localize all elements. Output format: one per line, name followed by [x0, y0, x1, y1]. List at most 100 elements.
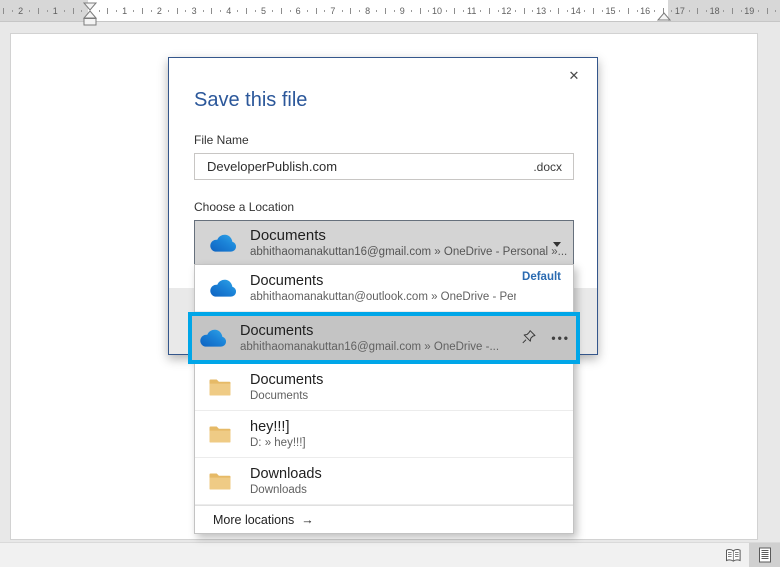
file-name-input[interactable]	[194, 153, 574, 180]
horizontal-ruler: 2 1 1 2 3 4 5 6 7 8 9 10 11 12 13 14 15 16 17 18 19	[0, 0, 780, 26]
file-name-label: File Name	[194, 133, 249, 147]
ruler-tick	[37, 8, 39, 14]
ruler-number: 13	[536, 5, 547, 16]
ruler-tick	[168, 10, 170, 12]
ruler-tick	[324, 10, 326, 12]
ruler-tick	[376, 10, 378, 12]
ruler-tick	[627, 8, 629, 14]
ruler-tick	[11, 10, 13, 12]
ruler-tick	[393, 10, 395, 12]
ruler-number: 7	[330, 5, 336, 16]
ruler-tick	[350, 8, 352, 14]
ruler-tick	[705, 10, 707, 12]
ruler-tick	[636, 10, 638, 12]
ruler-tick	[98, 10, 100, 12]
ruler-number: 14	[570, 5, 581, 16]
chevron-down-icon	[553, 242, 561, 247]
location-item-onedrive-gmail[interactable]: Documents abhithaomanakuttan16@gmail.com…	[188, 312, 580, 364]
location-item-hey[interactable]: hey!!!] D: » hey!!!]	[195, 411, 573, 458]
ruler-tick	[63, 10, 65, 12]
location-select[interactable]: Documents abhithaomanakuttan16@gmail.com…	[194, 220, 574, 266]
right-arrow-icon: →	[301, 512, 314, 527]
right-indent-marker-icon[interactable]	[657, 12, 671, 21]
ruler-tick	[567, 10, 569, 12]
ruler-tick	[497, 10, 499, 12]
ruler-number: 16	[640, 5, 651, 16]
location-subtitle: D: » hey!!!]	[250, 437, 306, 449]
ruler-tick	[185, 10, 187, 12]
close-icon[interactable]: ✕	[563, 65, 585, 87]
ruler-tick	[410, 10, 412, 12]
ruler-tick	[254, 10, 256, 12]
ruler-number: 18	[709, 5, 720, 16]
ruler-tick	[220, 10, 222, 12]
onedrive-cloud-icon	[208, 234, 238, 253]
location-dropdown: Documents abhithaomanakuttan@outlook.com…	[188, 264, 580, 534]
ruler-number: 10	[431, 5, 443, 16]
ruler-tick	[697, 8, 699, 14]
more-locations-link[interactable]: More locations →	[195, 505, 573, 533]
ruler-tick	[419, 8, 421, 14]
ruler-tick	[3, 8, 5, 14]
ruler-tick	[306, 10, 308, 12]
location-item-downloads[interactable]: Downloads Downloads	[195, 458, 573, 505]
location-item-documents-local[interactable]: Documents Documents	[195, 364, 573, 411]
ruler-number: 8	[365, 5, 371, 16]
ruler-tick	[549, 10, 551, 12]
ruler-tick	[142, 8, 144, 14]
folder-icon	[208, 471, 238, 491]
file-extension-label: .docx	[533, 160, 562, 174]
ruler-tick	[688, 10, 690, 12]
ruler-tick	[315, 8, 317, 14]
ruler-tick	[341, 10, 343, 12]
ruler-tick	[211, 8, 213, 14]
ruler-tick	[46, 10, 48, 12]
ruler-number: 4	[226, 5, 232, 16]
ruler-tick	[107, 8, 109, 14]
ruler-tick	[558, 8, 560, 14]
ruler-number: 17	[674, 5, 685, 16]
ruler-tick	[601, 10, 603, 12]
dialog-title: Save this file	[194, 89, 308, 111]
more-options-icon[interactable]: •••	[549, 329, 572, 347]
print-layout-icon	[758, 547, 771, 563]
ruler-tick	[72, 8, 74, 14]
location-title: hey!!!]	[250, 419, 290, 435]
ruler-tick	[723, 10, 725, 12]
indent-markers-icon[interactable]	[83, 1, 97, 27]
status-bar	[0, 542, 780, 567]
ruler-number: 6	[295, 5, 301, 16]
pin-icon[interactable]	[519, 327, 539, 350]
ruler-number: 1	[122, 5, 128, 16]
more-locations-label: More locations	[213, 512, 295, 527]
location-title: Documents	[250, 273, 324, 289]
location-item-onedrive-default[interactable]: Documents abhithaomanakuttan@outlook.com…	[195, 265, 573, 312]
ruler-number: 15	[605, 5, 616, 16]
ruler-tick	[246, 8, 248, 14]
print-layout-button[interactable]	[749, 543, 780, 567]
ruler-tick	[731, 8, 733, 14]
ruler-tick	[272, 10, 274, 12]
location-subtitle: abhithaomanakuttan@outlook.com » OneDriv…	[250, 291, 517, 303]
ruler-tick	[445, 10, 447, 12]
onedrive-cloud-icon	[208, 279, 238, 298]
ruler-tick	[150, 10, 152, 12]
ruler-number: 19	[744, 5, 755, 16]
ruler-tick	[428, 10, 430, 12]
location-title: Documents	[240, 323, 314, 339]
location-title: Downloads	[250, 466, 322, 482]
folder-icon	[208, 424, 238, 444]
onedrive-cloud-icon	[198, 329, 228, 348]
location-title: Documents	[250, 372, 324, 388]
location-subtitle: Downloads	[250, 484, 307, 496]
save-file-dialog: ✕ Save this file File Name .docx Choose …	[168, 57, 598, 534]
ruler-tick	[653, 10, 655, 12]
ruler-tick	[358, 10, 360, 12]
ruler-tick	[463, 10, 465, 12]
folder-icon	[208, 377, 238, 397]
ruler-tick	[757, 10, 759, 12]
read-mode-button[interactable]	[718, 543, 749, 567]
ruler-tick	[176, 8, 178, 14]
ruler-number: 5	[260, 5, 267, 16]
ruler-tick	[593, 8, 595, 14]
